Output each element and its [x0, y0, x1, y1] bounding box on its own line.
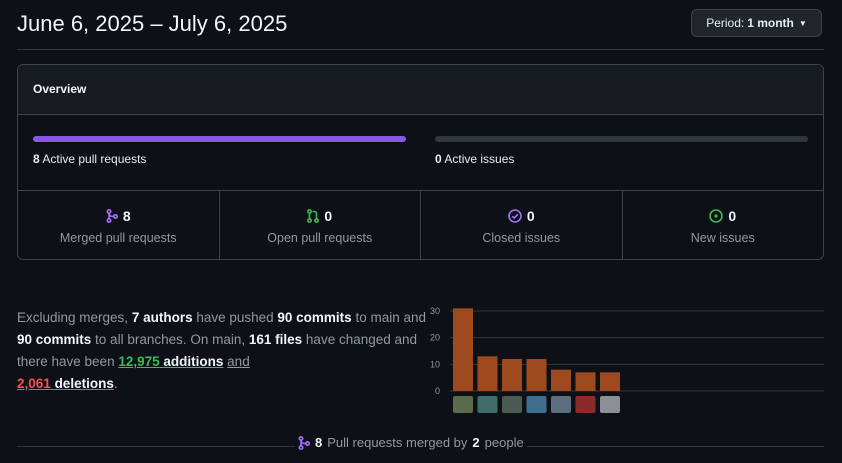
git-merge-icon: [298, 435, 310, 450]
stats-row: 8 Merged pull requests 0 Open pull reque…: [18, 190, 824, 259]
merged-pr-count: 8: [315, 435, 323, 450]
overview-header: Overview: [18, 65, 823, 115]
deletions-link[interactable]: 2,061 deletions: [17, 376, 114, 391]
commit-summary: Excluding merges, 7 authors have pushed …: [17, 307, 427, 395]
period-label: Period:: [706, 16, 745, 30]
closed-label: Closed issues: [482, 231, 561, 245]
summary-text: to all branches. On main,: [91, 332, 249, 347]
period-button[interactable]: Period: 1 month ▼: [691, 9, 822, 37]
summary-text: and: [227, 354, 250, 369]
deletions-count: 2,061: [17, 376, 51, 391]
merged-pull-requests-stat[interactable]: 8 Merged pull requests: [18, 191, 220, 259]
contributor-avatar: [551, 396, 571, 413]
page-title: June 6, 2025 – July 6, 2025: [17, 11, 288, 36]
deletions-label: deletions: [54, 376, 114, 391]
period-value: 1 month: [747, 16, 794, 30]
open-count: 0: [324, 208, 333, 224]
bar: [453, 308, 473, 391]
issue-closed-icon: [508, 209, 522, 223]
active-pull-requests-label: Active pull requests: [42, 152, 147, 166]
people-text: people: [484, 435, 524, 450]
pull-requests-progress-fill: [33, 136, 406, 142]
active-issues-link[interactable]: 0 Active issues: [435, 152, 514, 166]
bar: [551, 369, 571, 391]
open-label: Open pull requests: [267, 231, 373, 245]
commits-bar-chart: 0 10 20 30: [430, 306, 824, 413]
contributor-avatar: [575, 396, 596, 413]
overview-title: Overview: [33, 82, 87, 96]
caret-down-icon: ▼: [798, 18, 807, 28]
additions-link[interactable]: 12,975 additions: [118, 354, 223, 369]
contributor-avatar: [600, 396, 620, 413]
bar: [575, 372, 596, 391]
issues-progress: [435, 136, 808, 142]
people-count: 2: [472, 435, 480, 450]
y-tick-label: 20: [430, 333, 440, 343]
bar: [526, 359, 547, 391]
summary-text: have pushed: [192, 310, 278, 325]
issue-opened-icon: [709, 209, 724, 223]
new-count: 0: [728, 208, 737, 224]
active-pull-requests-link[interactable]: 8 Active pull requests: [33, 152, 146, 166]
bar: [477, 356, 498, 391]
summary-text: .: [113, 376, 118, 391]
new-issues-stat[interactable]: 0 New issues: [623, 191, 824, 259]
closed-issues-stat[interactable]: 0 Closed issues: [421, 191, 623, 259]
additions-label: additions: [163, 354, 224, 369]
active-issues-label: Active issues: [444, 152, 515, 166]
contributor-avatar: [477, 396, 498, 413]
merged-pr-text: Pull requests merged by: [327, 435, 468, 450]
git-pull-request-icon: [307, 209, 320, 223]
merged-summary: 8 Pull requests merged by 2 people: [295, 435, 527, 450]
authors-count: 7 authors: [131, 310, 193, 325]
merged-label: Merged pull requests: [59, 231, 177, 245]
commits-main-count: 90 commits: [277, 310, 352, 325]
additions-count: 12,975: [118, 354, 160, 369]
y-tick-label: 10: [430, 359, 440, 369]
closed-count: 0: [526, 208, 535, 224]
commits-all-count: 90 commits: [17, 332, 92, 347]
contributor-avatar: [453, 396, 473, 413]
y-tick-label: 30: [430, 306, 440, 316]
new-label: New issues: [690, 231, 755, 245]
contributor-avatar: [526, 396, 547, 413]
bar: [502, 359, 522, 391]
files-count: 161 files: [248, 332, 303, 347]
summary-text: to main and: [351, 310, 426, 325]
open-pull-requests-stat[interactable]: 0 Open pull requests: [220, 191, 421, 259]
active-pull-requests-count: 8: [33, 152, 40, 166]
bar: [600, 372, 620, 391]
pull-requests-progress: [33, 136, 406, 142]
git-merge-icon: [106, 209, 118, 223]
merged-count: 8: [122, 208, 131, 224]
y-tick-label: 0: [435, 386, 440, 396]
overview-panel: Overview 8 Active pull requests 0 Active…: [17, 64, 824, 260]
contributor-avatar: [502, 396, 522, 413]
active-issues-count: 0: [435, 152, 442, 166]
divider: [17, 49, 824, 50]
summary-text: Excluding merges,: [17, 310, 132, 325]
